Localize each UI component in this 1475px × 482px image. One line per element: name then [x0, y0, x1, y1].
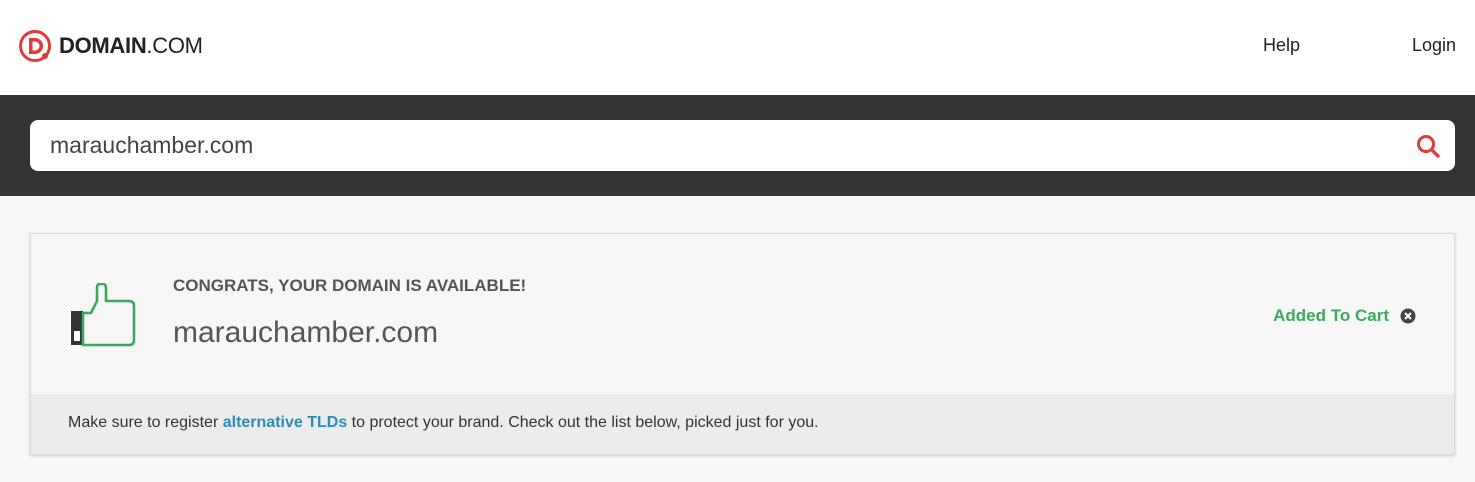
search-box — [30, 120, 1455, 171]
search-band — [0, 95, 1475, 196]
availability-heading: CONGRATS, YOUR DOMAIN IS AVAILABLE! — [173, 276, 527, 295]
site-header: DOMAIN.COM Help Login — [0, 0, 1475, 95]
alternative-tlds-link[interactable]: alternative TLDs — [223, 414, 347, 431]
domain-search-input[interactable] — [50, 120, 1410, 171]
domain-logo-icon — [19, 30, 51, 62]
close-circle-icon[interactable] — [1400, 308, 1416, 324]
domain-result-card: CONGRATS, YOUR DOMAIN IS AVAILABLE! mara… — [30, 233, 1455, 455]
added-to-cart-label[interactable]: Added To Cart — [1273, 306, 1389, 326]
domain-com-logo[interactable]: DOMAIN.COM — [18, 29, 203, 63]
alternative-tlds-message: Make sure to register alternative TLDs t… — [68, 414, 819, 431]
login-link[interactable]: Login — [1412, 35, 1456, 56]
available-domain-name: marauchamber.com — [173, 316, 439, 349]
search-icon[interactable] — [1415, 133, 1441, 159]
logo-text: DOMAIN.COM — [59, 33, 203, 58]
alternative-tlds-banner: Make sure to register alternative TLDs t… — [31, 394, 1454, 454]
cart-status: Added To Cart — [1273, 306, 1416, 326]
help-link[interactable]: Help — [1263, 35, 1300, 56]
thumbs-up-icon — [71, 283, 136, 347]
